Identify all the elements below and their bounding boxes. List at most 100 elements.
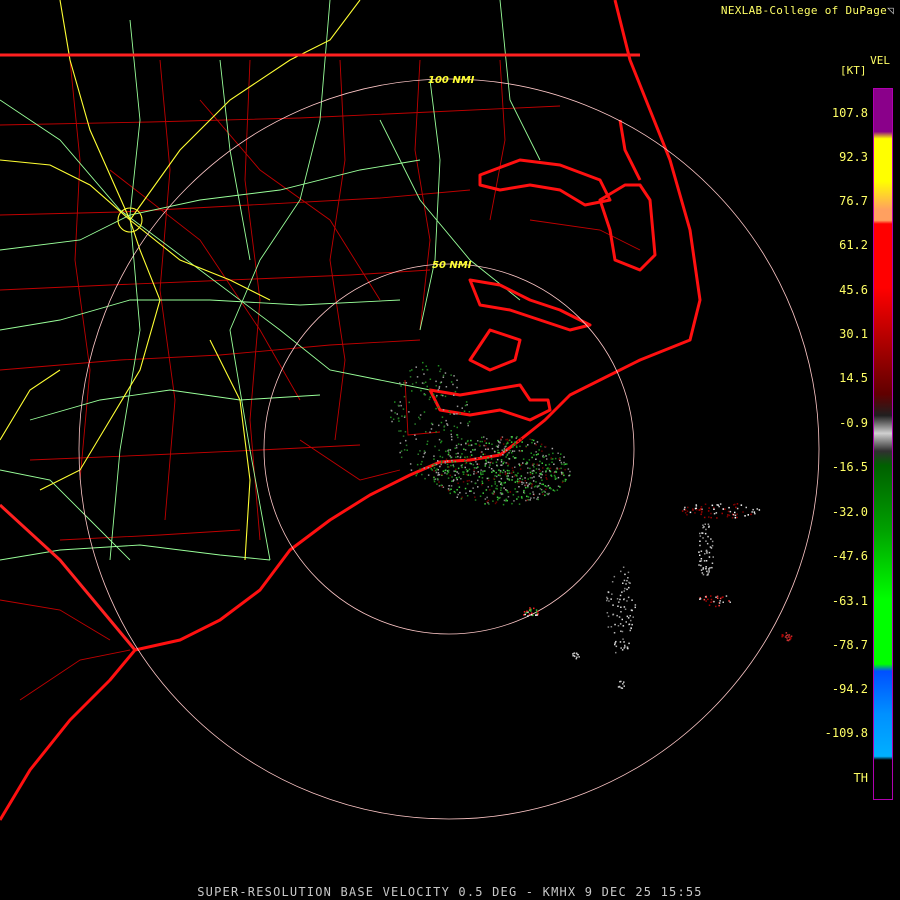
- echo-pixel: [518, 503, 521, 505]
- echo-pixel: [618, 601, 620, 603]
- legend-tick: -32.0: [831, 505, 868, 519]
- echo-pixel: [711, 540, 714, 543]
- echo-pixel: [545, 455, 547, 457]
- echo-pixel: [614, 623, 616, 626]
- echo-pixel: [702, 568, 704, 570]
- echo-pixel: [504, 471, 506, 473]
- echo-pixel: [708, 516, 710, 518]
- echo-pixel: [480, 471, 482, 473]
- echo-pixel: [715, 512, 718, 514]
- echo-pixel: [619, 623, 622, 625]
- echo-pixel: [491, 447, 494, 450]
- echo-pixel: [451, 476, 453, 478]
- echo-pixel: [573, 652, 575, 654]
- echo-pixel: [752, 508, 754, 511]
- echo-pixel: [426, 443, 428, 445]
- echo-pixel: [459, 412, 461, 415]
- echo-pixel: [486, 477, 489, 480]
- echo-pixel: [432, 393, 435, 396]
- echo-pixel: [623, 641, 625, 643]
- echo-pixel: [553, 463, 555, 465]
- echo-pixel: [718, 604, 720, 607]
- echo-pixel: [454, 390, 457, 393]
- echo-pixel: [533, 607, 535, 610]
- echo-pixel: [464, 487, 467, 490]
- echo-pixel: [493, 493, 496, 495]
- echo-pixel: [718, 505, 720, 508]
- echo-pixel: [441, 473, 443, 476]
- echo-pixel: [484, 453, 486, 455]
- echo-pixel: [450, 436, 453, 438]
- echo-pixel: [519, 468, 522, 470]
- echo-pixel: [692, 509, 694, 511]
- echo-pixel: [606, 599, 608, 602]
- echo-pixel: [435, 469, 437, 472]
- echo-pixel: [634, 606, 636, 609]
- echo-pixel: [556, 489, 559, 491]
- echo-pixel: [616, 598, 619, 600]
- echo-pixel: [551, 447, 554, 450]
- echo-pixel: [463, 448, 465, 450]
- echo-pixel: [447, 489, 450, 492]
- echo-pixel: [529, 482, 531, 484]
- echo-pixel: [538, 484, 540, 487]
- echo-pixel: [406, 449, 408, 451]
- echo-pixel: [465, 492, 467, 494]
- echo-pixel: [467, 443, 470, 445]
- echo-pixel: [496, 485, 498, 487]
- echo-pixel: [423, 393, 426, 396]
- echo-pixel: [548, 453, 550, 456]
- echo-pixel: [435, 396, 438, 398]
- echo-pixel: [510, 441, 513, 443]
- echo-pixel: [550, 475, 553, 477]
- echo-pixel: [465, 458, 467, 460]
- echo-pixel: [535, 472, 537, 474]
- echo-pixel: [472, 463, 475, 466]
- echo-pixel: [615, 651, 617, 654]
- echo-pixel: [469, 474, 472, 476]
- echo-pixel: [499, 492, 502, 494]
- echo-pixel: [423, 467, 425, 469]
- echo-pixel: [401, 415, 403, 417]
- echo-pixel: [522, 458, 525, 460]
- echo-pixel: [459, 491, 461, 494]
- echo-pixel: [520, 496, 523, 498]
- echo-pixel: [524, 613, 526, 616]
- echo-pixel: [499, 496, 501, 499]
- echo-pixel: [707, 572, 709, 574]
- echo-pixel: [540, 445, 542, 448]
- echo-pixel: [700, 564, 702, 567]
- echo-pixel: [474, 457, 477, 460]
- echo-pixel: [482, 492, 484, 494]
- echo-pixel: [466, 404, 468, 406]
- echo-pixel: [706, 542, 709, 545]
- echo-pixel: [456, 379, 458, 381]
- echo-pixel: [543, 456, 545, 458]
- echo-pixel: [529, 471, 532, 474]
- echo-pixel: [614, 643, 616, 646]
- echo-pixel: [455, 453, 457, 455]
- echo-pixel: [700, 506, 703, 508]
- echo-pixel: [711, 566, 713, 569]
- echo-pixel: [473, 470, 475, 473]
- echo-pixel: [445, 419, 447, 422]
- echo-pixel: [747, 514, 749, 516]
- echo-pixel: [705, 596, 707, 598]
- echo-pixel: [709, 546, 712, 548]
- echo-pixel: [614, 642, 616, 644]
- echo-pixel: [712, 556, 714, 558]
- echo-pixel: [550, 488, 552, 490]
- echo-pixel: [728, 514, 731, 517]
- echo-pixel: [621, 649, 624, 651]
- echo-pixel: [554, 476, 556, 478]
- echo-pixel: [430, 428, 433, 430]
- echo-pixel: [456, 471, 458, 473]
- echo-pixel: [464, 460, 466, 462]
- echo-pixel: [445, 386, 448, 388]
- echo-pixel: [495, 471, 497, 474]
- echo-pixel: [487, 448, 489, 450]
- echo-pixel: [514, 466, 516, 468]
- echo-pixel: [414, 434, 416, 436]
- echo-pixel: [622, 638, 624, 640]
- echo-pixel: [481, 477, 484, 479]
